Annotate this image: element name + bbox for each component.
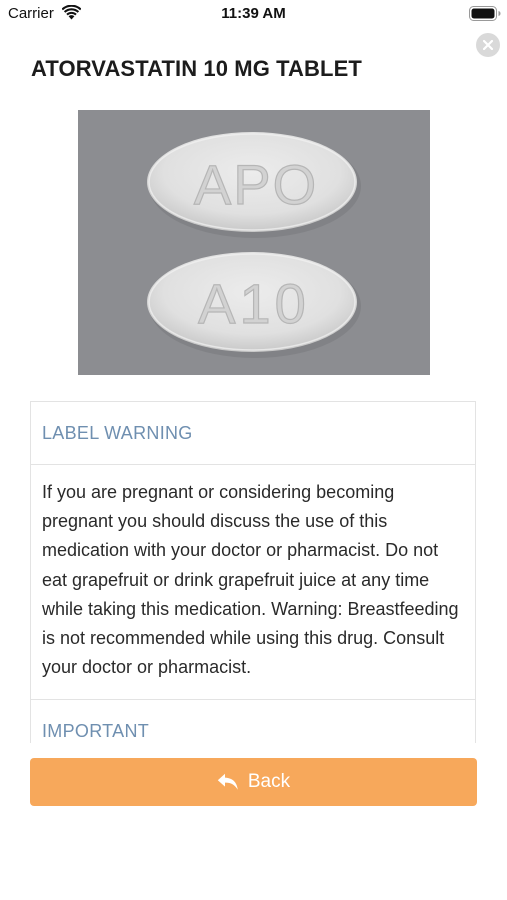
pill-imprint-bottom: A10 [198, 272, 310, 335]
pill-imprint-top: APO [194, 153, 318, 216]
reply-arrow-icon [217, 773, 239, 791]
back-button[interactable]: Back [30, 758, 477, 806]
back-button-label: Back [247, 771, 291, 792]
page-title: ATORVASTATIN 10 MG TABLET [31, 56, 362, 81]
status-time: 11:39 AM [221, 5, 286, 22]
close-button[interactable] [476, 33, 500, 57]
section-body-label-warning: If you are pregnant or considering becom… [31, 465, 475, 701]
status-bar: Carrier 11:39 AM [0, 0, 507, 30]
section-heading-important: IMPORTANT [42, 721, 150, 742]
info-card[interactable]: LABEL WARNING If you are pregnant or con… [30, 401, 476, 743]
section-heading-label-warning: LABEL WARNING [31, 402, 475, 465]
pill-image: APO A10 [78, 110, 430, 375]
close-circle-icon [483, 40, 493, 50]
battery-full-icon [469, 6, 501, 21]
